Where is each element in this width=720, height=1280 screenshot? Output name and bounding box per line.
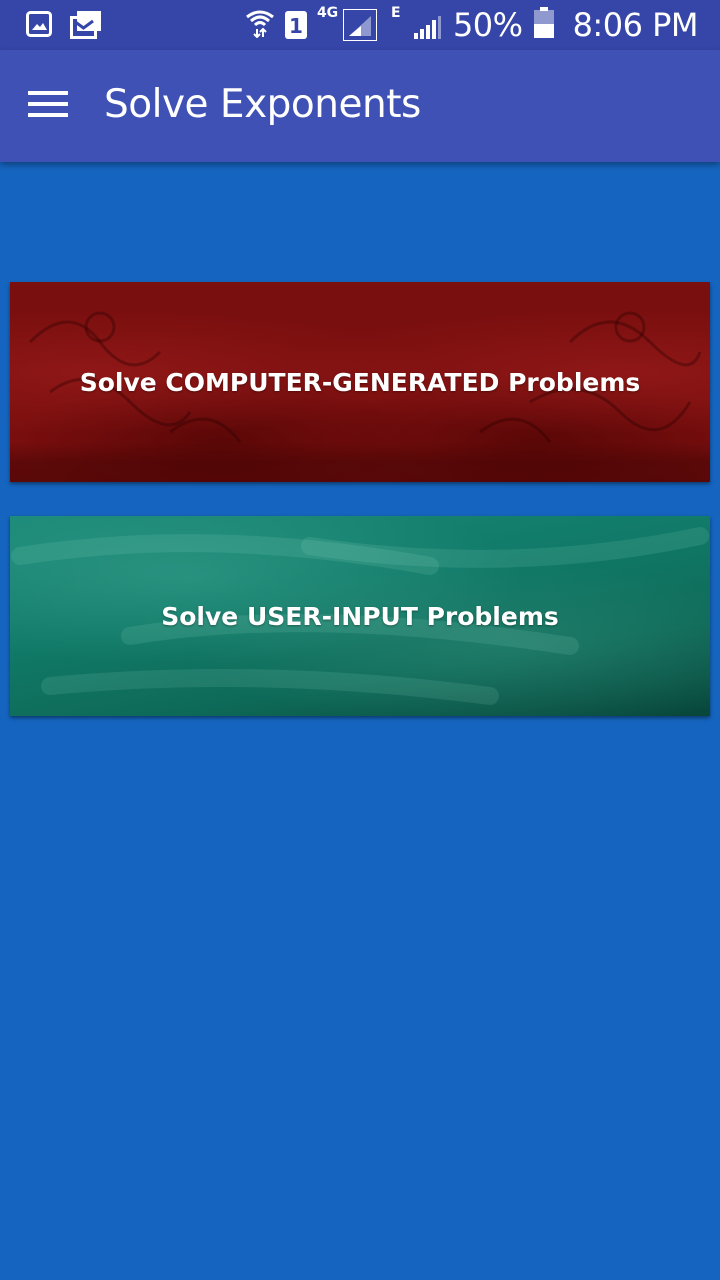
card-label: Solve USER-INPUT Problems — [161, 601, 559, 631]
battery-icon — [533, 6, 555, 44]
sim-slot-label: 1 — [288, 14, 303, 38]
secondary-network-label: E — [390, 5, 401, 21]
hamburger-menu-icon — [28, 89, 68, 124]
status-bar: 1 4G E 50% 8:06 PM — [0, 0, 720, 50]
app-bar: Solve Exponents — [0, 50, 720, 162]
menu-button[interactable] — [18, 76, 78, 136]
gmail-icon — [70, 11, 102, 44]
page-title: Solve Exponents — [104, 82, 421, 127]
sim-1-icon: 1 — [284, 11, 307, 39]
signal-4g-icon: 4G — [317, 5, 381, 45]
card-label: Solve COMPUTER-GENERATED Problems — [79, 367, 641, 397]
status-icons: 1 4G E 50% 8:06 PM — [245, 0, 699, 50]
signal-e-icon: E — [391, 5, 443, 45]
battery-percent: 50% — [452, 6, 523, 44]
gallery-icon — [26, 11, 52, 42]
network-type-label: 4G — [316, 5, 339, 21]
wifi-icon — [245, 8, 275, 43]
clock: 8:06 PM — [572, 6, 699, 44]
user-input-problems-button[interactable]: Solve USER-INPUT Problems — [10, 516, 710, 716]
computer-generated-problems-button[interactable]: Solve COMPUTER-GENERATED Problems — [10, 282, 710, 482]
